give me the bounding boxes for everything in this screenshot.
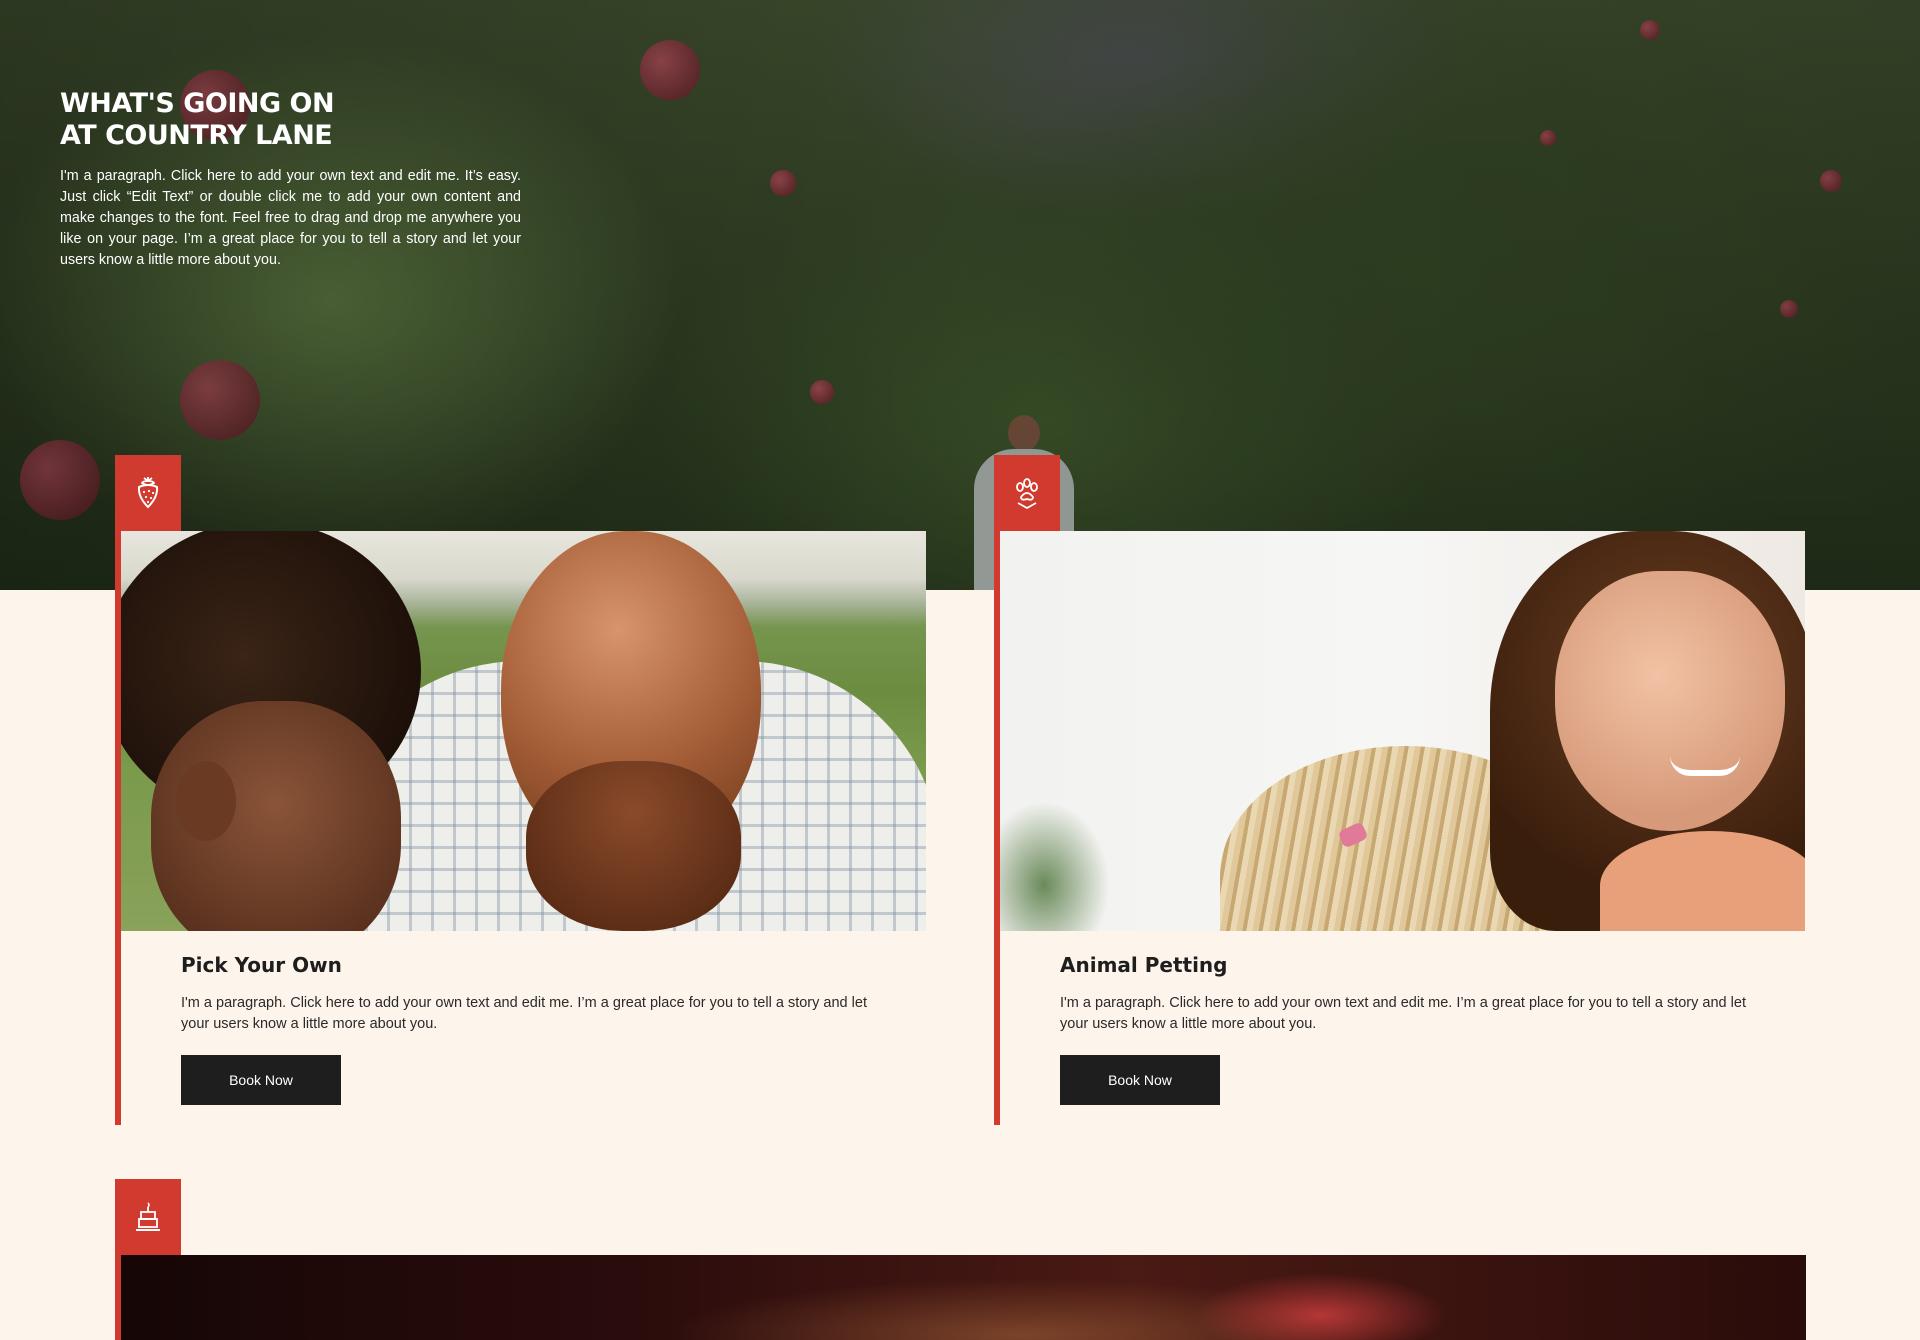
card-tab [115, 1179, 181, 1255]
hero-text-block: WHAT'S GOING ON AT COUNTRY LANE I'm a pa… [60, 88, 521, 271]
card-bakery [115, 1179, 1806, 1340]
card-tab [115, 455, 181, 531]
book-now-button[interactable]: Book Now [181, 1055, 341, 1105]
card-animal-petting: Animal Petting I'm a paragraph. Click he… [994, 455, 1806, 1125]
card-image [1000, 531, 1805, 931]
card-image [121, 1255, 1806, 1340]
paw-icon [1016, 478, 1038, 509]
card-image [121, 531, 926, 931]
card-paragraph: I'm a paragraph. Click here to add your … [1060, 995, 1746, 1032]
hero-paragraph: I'm a paragraph. Click here to add your … [60, 168, 521, 268]
card-title: Animal Petting [1060, 953, 1228, 977]
card-title: Pick Your Own [181, 953, 342, 977]
card-paragraph: I'm a paragraph. Click here to add your … [181, 995, 867, 1032]
cake-icon [136, 1202, 160, 1231]
book-now-button[interactable]: Book Now [1060, 1055, 1220, 1105]
card-tab [994, 455, 1060, 531]
strawberry-icon [137, 477, 159, 509]
hero-title: WHAT'S GOING ON AT COUNTRY LANE [60, 88, 335, 151]
card-pick-your-own: Pick Your Own I'm a paragraph. Click her… [115, 455, 927, 1125]
